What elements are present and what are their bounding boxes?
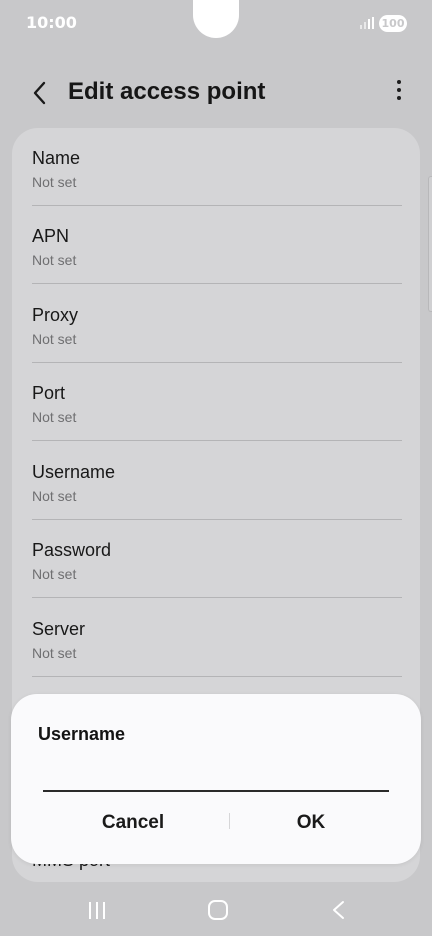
phone-screen: 10:00 100 Edit access point Name Not set…	[0, 0, 432, 936]
camera-notch	[193, 0, 239, 38]
button-divider	[229, 813, 230, 829]
page-title: Edit access point	[68, 78, 266, 105]
username-dialog: Username Cancel OK	[11, 694, 421, 864]
setting-title: APN	[32, 226, 70, 246]
status-time: 10:00	[26, 13, 77, 32]
more-vertical-icon[interactable]	[396, 80, 402, 104]
username-input[interactable]	[43, 758, 389, 792]
chevron-left-icon[interactable]	[28, 78, 54, 108]
navigation-bar	[0, 884, 432, 936]
setting-value: Not set	[32, 252, 77, 268]
setting-value: Not set	[32, 645, 77, 661]
setting-row-password[interactable]: Password Not set	[12, 520, 420, 598]
setting-value: Not set	[32, 409, 77, 425]
divider	[32, 283, 402, 284]
setting-value: Not set	[32, 488, 77, 504]
setting-title: Proxy	[32, 305, 79, 325]
cancel-button[interactable]: Cancel	[53, 808, 213, 838]
divider	[32, 597, 402, 598]
divider	[32, 440, 402, 441]
recents-icon[interactable]	[89, 902, 107, 919]
setting-value: Not set	[32, 331, 77, 347]
setting-row-apn[interactable]: APN Not set	[12, 206, 420, 284]
ok-button[interactable]: OK	[231, 808, 391, 838]
setting-value: Not set	[32, 566, 77, 582]
setting-title: Name	[32, 148, 81, 168]
setting-title: Server	[32, 619, 86, 639]
setting-row-proxy[interactable]: Proxy Not set	[12, 285, 420, 363]
setting-value: Not set	[32, 174, 77, 190]
signal-icon	[360, 17, 374, 29]
setting-row-username[interactable]: Username Not set	[12, 442, 420, 520]
dialog-title: Username	[38, 724, 126, 744]
setting-title: Port	[32, 383, 66, 403]
battery-icon: 100	[379, 15, 407, 32]
back-icon[interactable]	[330, 900, 346, 920]
scrollbar[interactable]	[428, 176, 432, 312]
setting-row-port[interactable]: Port Not set	[12, 363, 420, 441]
setting-row-name[interactable]: Name Not set	[12, 128, 420, 206]
divider	[32, 676, 402, 677]
setting-title: Password	[32, 540, 112, 560]
home-icon[interactable]	[208, 900, 228, 920]
setting-row-server[interactable]: Server Not set	[12, 599, 420, 677]
setting-title: Username	[32, 462, 116, 482]
